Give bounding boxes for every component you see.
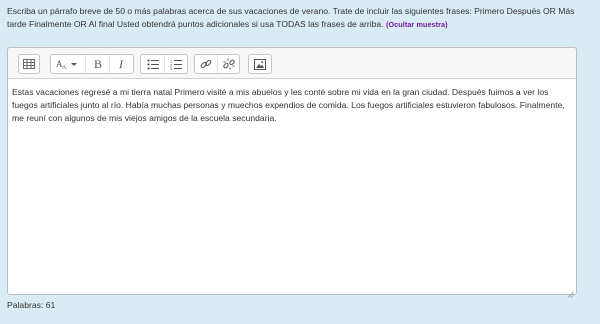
editor-content-area[interactable]: Estas vacaciones regresé a mi tierra nat… (8, 79, 576, 126)
prompt-instructions: Escriba un párrafo breve de 50 o más pal… (7, 6, 575, 29)
svg-text:I: I (118, 58, 124, 70)
bold-button[interactable]: B (85, 55, 109, 73)
unlink-icon (222, 58, 235, 70)
bold-icon: B (93, 58, 103, 70)
italic-icon: I (118, 58, 126, 70)
font-size-icon: A A (55, 58, 81, 70)
word-count-label: Palabras: 61 (7, 300, 56, 310)
toolbar-toggle-button[interactable] (19, 55, 39, 73)
prompt-text-block: Escriba un párrafo breve de 50 o más pal… (7, 5, 593, 31)
svg-text:B: B (94, 58, 102, 70)
resize-handle-icon[interactable] (567, 285, 574, 298)
font-size-button[interactable]: A A (51, 55, 85, 73)
italic-button[interactable]: I (109, 55, 133, 73)
toolbar-group-links (194, 54, 240, 74)
toolbar-group-collapse (18, 54, 40, 74)
toolbar-group-style: A A B I (50, 54, 134, 74)
text-editor: A A B I 1 2 3 Estas vacaciones regresé a… (7, 47, 577, 298)
bulleted-list-button[interactable] (141, 55, 164, 73)
numbered-list-icon: 1 2 3 (170, 59, 182, 70)
insert-image-button[interactable] (249, 55, 271, 73)
link-button[interactable] (195, 55, 217, 73)
toolbar-group-lists: 1 2 3 (140, 54, 188, 74)
toolbar-group-media (248, 54, 272, 74)
link-icon (200, 58, 212, 70)
toolbar-toggle-icon (23, 59, 35, 69)
editor-toolbar: A A B I 1 2 3 (8, 48, 576, 79)
bulleted-list-icon (146, 58, 159, 70)
toggle-sample-link[interactable]: (Ocultar muestra) (386, 20, 448, 29)
image-icon (254, 58, 266, 70)
svg-text:A: A (62, 65, 67, 70)
svg-text:3: 3 (170, 66, 173, 70)
unlink-button[interactable] (217, 55, 239, 73)
numbered-list-button[interactable]: 1 2 3 (164, 55, 187, 73)
